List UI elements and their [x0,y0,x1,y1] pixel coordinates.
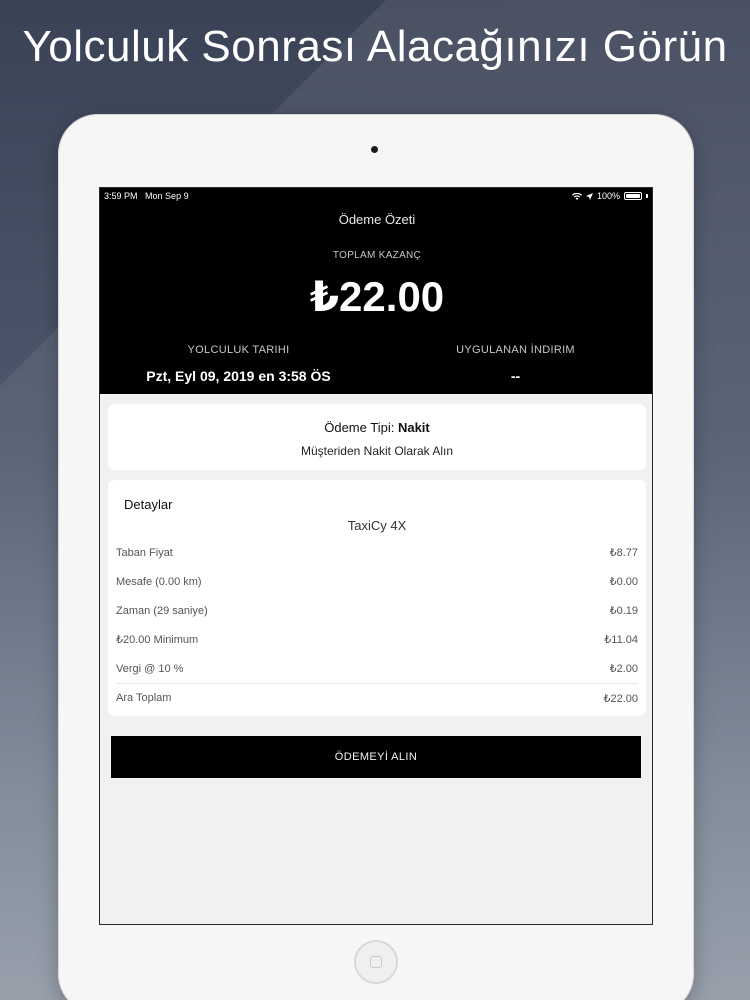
home-button-icon [370,956,382,968]
payment-type-card: Ödeme Tipi: Nakit Müşteriden Nakit Olara… [108,404,646,470]
status-right: 100% [571,191,648,201]
trip-date-block: YOLCULUK TARIHI Pzt, Eyl 09, 2019 en 3:5… [100,344,377,384]
battery-icon [624,192,642,200]
details-card: Detaylar TaxiCy 4X Taban Fiyat ₺8.77 Mes… [108,480,646,716]
earnings-amount: ₺22.00 [309,273,445,320]
earnings-label: TOPLAM KAZANÇ [332,250,422,261]
camera-dot [371,146,378,153]
fare-breakdown: Taban Fiyat ₺8.77 Mesafe (0.00 km) ₺0.00… [116,538,638,712]
tablet-frame: 3:59 PM Mon Sep 9 100% Ödeme Özeti TOPLA… [58,114,694,1000]
fare-row-label: Ara Toplam [116,692,172,704]
status-time-text: 3:59 PM [104,191,138,201]
fare-row-minimum: ₺20.00 Minimum ₺11.04 [116,625,638,654]
fare-row-value: ₺2.00 [609,663,638,675]
fare-row-distance: Mesafe (0.00 km) ₺0.00 [116,567,638,596]
promo-headline: Yolculuk Sonrası Alacağınızı Görün [22,22,728,71]
battery-tip [646,194,648,198]
fare-row-label: Vergi @ 10 % [116,662,184,675]
fare-row-label: ₺20.00 Minimum [116,634,199,646]
discount-label: UYGULANAN İNDIRIM [456,344,575,356]
status-date-text: Mon Sep 9 [145,191,189,201]
fare-row-value: ₺22.00 [603,692,638,705]
fare-row-label: Mesafe (0.00 km) [116,575,202,588]
fare-row-value: ₺0.00 [609,576,638,588]
status-bar: 3:59 PM Mon Sep 9 100% [100,188,652,204]
fare-row-base: Taban Fiyat ₺8.77 [116,538,638,567]
fare-row-time: Zaman (29 saniye) ₺0.19 [116,596,638,625]
status-time: 3:59 PM Mon Sep 9 [104,191,189,201]
location-arrow-icon [585,192,593,200]
app-screen: 3:59 PM Mon Sep 9 100% Ödeme Özeti TOPLA… [99,187,653,925]
summary-header: Ödeme Özeti TOPLAM KAZANÇ ₺22.00 YOLCULU… [100,204,652,394]
fare-row-label: Zaman (29 saniye) [116,604,208,617]
wifi-icon [571,192,582,200]
battery-percent: 100% [596,191,620,201]
fare-row-subtotal: Ara Toplam ₺22.00 [116,683,638,712]
payment-type-value: Nakit [397,420,430,435]
fare-row-value: ₺8.77 [609,547,638,559]
home-button[interactable] [354,940,398,984]
details-title: Detaylar [124,497,173,512]
payment-type-label: Ödeme Tipi: [324,420,395,435]
fare-row-tax: Vergi @ 10 % ₺2.00 [116,654,638,683]
fare-row-label: Taban Fiyat [116,546,173,559]
fare-row-value: ₺0.19 [609,605,638,617]
trip-date-value: Pzt, Eyl 09, 2019 en 3:58 ÖS [146,368,331,384]
screen-title: Ödeme Özeti [338,212,416,227]
payment-type-line: Ödeme Tipi: Nakit [108,420,646,435]
fare-row-value: ₺11.04 [604,634,638,646]
payment-instruction: Müşteriden Nakit Olarak Alın [300,444,454,458]
trip-date-label: YOLCULUK TARIHI [187,344,290,356]
discount-block: UYGULANAN İNDIRIM -- [377,344,652,384]
collect-payment-button[interactable]: ÖDEMEYİ ALIN [111,736,641,778]
vehicle-type: TaxiCy 4X [347,518,407,533]
discount-value: -- [510,368,521,384]
